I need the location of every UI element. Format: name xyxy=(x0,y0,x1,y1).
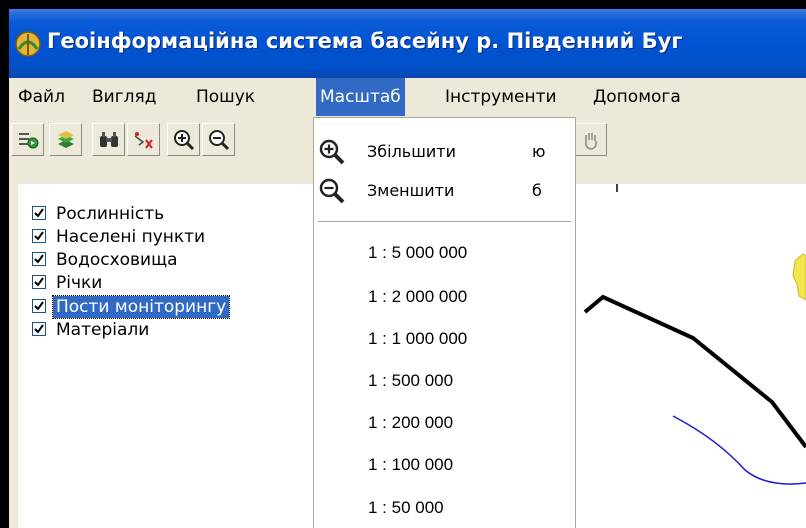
layers-panel: Рослинність Населені пункти Водосховища … xyxy=(18,184,318,528)
checkmark-icon xyxy=(34,301,44,311)
menu-zoom-out[interactable]: Зменшити б xyxy=(314,173,575,209)
layer-label: Рослинність xyxy=(56,204,165,224)
zoom-in-icon xyxy=(319,139,345,165)
layer-button[interactable] xyxy=(49,123,82,156)
layer-label-selected: Пости моніторингу xyxy=(51,295,231,319)
zoom-in-label: Збільшити xyxy=(367,142,456,161)
checkmark-icon xyxy=(34,254,44,264)
zoom-out-shortcut: б xyxy=(532,181,542,200)
pan-icon xyxy=(585,133,597,150)
menu-zoom-in[interactable]: Збільшити ю xyxy=(314,134,575,170)
menu-scale-option[interactable]: 1 : 5 000 000 xyxy=(368,243,467,263)
menu-separator xyxy=(318,221,571,222)
zoom-out-button[interactable] xyxy=(202,123,235,156)
basin-boundary-line xyxy=(583,294,806,449)
menu-scale-option[interactable]: 1 : 200 000 xyxy=(368,413,453,433)
zoom-out-icon xyxy=(319,178,345,204)
checkmark-icon xyxy=(34,324,44,334)
menu-help[interactable]: Допомога xyxy=(589,78,685,116)
layer-label: Матеріали xyxy=(56,320,150,340)
layers-open-icon xyxy=(19,133,39,149)
river-line xyxy=(672,415,806,485)
menu-search[interactable]: Пошук xyxy=(192,78,259,116)
menu-scale-option[interactable]: 1 : 50 000 xyxy=(368,498,444,518)
layer-checkbox[interactable] xyxy=(32,299,46,313)
layer-label: Водосховища xyxy=(56,250,178,270)
layer-checkbox[interactable] xyxy=(32,322,46,336)
layer-checkbox[interactable] xyxy=(32,206,46,220)
find-button[interactable] xyxy=(92,123,125,156)
layer-label: Населені пункти xyxy=(56,227,206,247)
menu-scale-option[interactable]: 1 : 2 000 000 xyxy=(368,287,467,307)
app-window: Геоінформаційна система басейну р. Півде… xyxy=(0,0,806,528)
layer-checkbox[interactable] xyxy=(32,275,46,289)
layer-label: Річки xyxy=(56,273,103,293)
checkmark-icon xyxy=(34,231,44,241)
menu-scale-option[interactable]: 1 : 500 000 xyxy=(368,371,453,391)
menu-view[interactable]: Вигляд xyxy=(88,78,161,116)
scale-menu: Збільшити ю Зменшити б 1 : 5 000 000 1 :… xyxy=(313,117,576,528)
title-bar[interactable]: Геоінформаційна система басейну р. Півде… xyxy=(9,9,806,78)
open-layers-button[interactable] xyxy=(11,123,44,156)
window-title: Геоінформаційна система басейну р. Півде… xyxy=(47,29,683,53)
measure-icon xyxy=(134,132,153,149)
zoom-in-icon xyxy=(174,130,195,151)
settlement-area xyxy=(792,253,806,301)
checkmark-icon xyxy=(34,208,44,218)
layer-checkbox[interactable] xyxy=(32,252,46,266)
zoom-out-icon xyxy=(209,130,230,151)
menu-file[interactable]: Файл xyxy=(14,78,69,116)
zoom-in-shortcut: ю xyxy=(532,142,546,161)
measure-button[interactable] xyxy=(127,123,160,156)
menu-scale[interactable]: Масштаб xyxy=(316,78,405,116)
menu-bar: Файл Вигляд Пошук Масштаб Інструменти До… xyxy=(9,78,806,116)
layer-checkbox[interactable] xyxy=(32,229,46,243)
checkmark-icon xyxy=(34,277,44,287)
layer-icon xyxy=(58,131,74,148)
binoculars-icon xyxy=(100,132,118,147)
zoom-out-label: Зменшити xyxy=(367,181,455,200)
menu-scale-option[interactable]: 1 : 100 000 xyxy=(368,455,453,475)
pan-button[interactable] xyxy=(574,123,607,156)
app-logo-icon xyxy=(15,31,41,57)
menu-tools[interactable]: Інструменти xyxy=(441,78,561,116)
menu-scale-option[interactable]: 1 : 1 000 000 xyxy=(368,329,467,349)
zoom-in-button[interactable] xyxy=(167,123,200,156)
